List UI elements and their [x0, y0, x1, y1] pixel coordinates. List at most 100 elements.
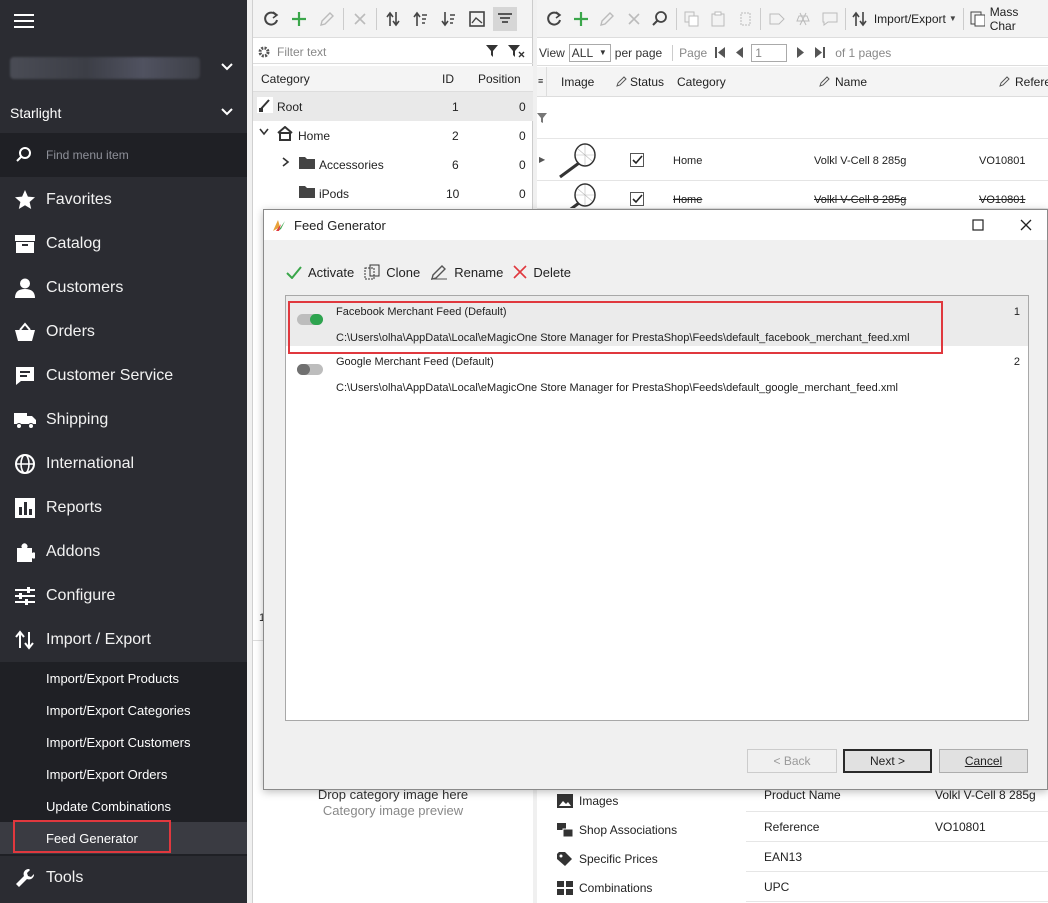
- store-selector[interactable]: [0, 48, 247, 88]
- sidebar: Starlight Find menu item Favorites Catal…: [0, 0, 247, 903]
- menu-catalog[interactable]: Catalog: [0, 222, 247, 266]
- menu-reports[interactable]: Reports: [0, 486, 247, 530]
- inactive-toggle[interactable]: [297, 364, 323, 375]
- submenu-import-export-orders[interactable]: Import/Export Orders: [0, 758, 247, 790]
- category-row[interactable]: Root 1 0: [253, 92, 533, 121]
- mass-change-button[interactable]: Mass Char: [968, 5, 1046, 33]
- globe-icon: [14, 453, 36, 475]
- dropdown-arrow-icon: ▼: [598, 48, 607, 57]
- import-export-button[interactable]: Import/Export ▼: [850, 7, 959, 31]
- category-row[interactable]: Home 2 0: [253, 121, 533, 150]
- duplicate-icon[interactable]: [734, 7, 757, 31]
- edit-icon[interactable]: [315, 7, 339, 31]
- store-url-blurred: [10, 57, 200, 79]
- maximize-icon[interactable]: [972, 219, 984, 231]
- header-image[interactable]: Image: [561, 75, 594, 89]
- menu-tools[interactable]: Tools: [0, 856, 247, 900]
- header-id[interactable]: ID: [442, 72, 454, 86]
- category-filter-input[interactable]: Filter text: [253, 40, 533, 64]
- menu-addons[interactable]: Addons: [0, 530, 247, 574]
- menu-shipping[interactable]: Shipping: [0, 398, 247, 442]
- hamburger-icon[interactable]: [14, 13, 34, 29]
- header-name[interactable]: Name: [835, 75, 867, 89]
- details-item-specific-prices[interactable]: Specific Prices: [557, 844, 658, 873]
- next-button[interactable]: Next >: [843, 749, 932, 773]
- delete-icon[interactable]: [348, 7, 372, 31]
- details-item-combinations[interactable]: Combinations: [557, 873, 652, 902]
- car-icon[interactable]: [792, 7, 815, 31]
- find-menu-item-input[interactable]: Find menu item: [0, 133, 247, 177]
- menu-favorites[interactable]: Favorites: [0, 178, 247, 222]
- property-row[interactable]: EAN13: [746, 842, 1048, 872]
- details-item-shop-associations[interactable]: Shop Associations: [557, 815, 677, 844]
- first-page-icon[interactable]: [715, 47, 726, 58]
- copy-icon[interactable]: [681, 7, 704, 31]
- menu-orders[interactable]: Orders: [0, 310, 247, 354]
- person-icon: [14, 277, 36, 299]
- product-filter-row[interactable]: [537, 97, 1048, 139]
- chevron-down-icon[interactable]: [259, 128, 269, 136]
- property-row[interactable]: Reference VO10801: [746, 812, 1048, 842]
- header-category[interactable]: Category: [261, 72, 310, 86]
- column-chooser-icon[interactable]: ≡: [537, 67, 547, 97]
- comment-icon[interactable]: [818, 7, 841, 31]
- category-position: 0: [519, 129, 526, 143]
- chevron-right-icon[interactable]: [282, 157, 290, 167]
- view-select[interactable]: ALL ▼: [568, 43, 611, 62]
- refresh-icon[interactable]: [259, 7, 283, 31]
- delete-button[interactable]: Delete: [513, 265, 571, 280]
- activate-button[interactable]: Activate: [286, 265, 354, 280]
- filter-rows-icon[interactable]: [493, 6, 517, 31]
- racket-image: [557, 143, 599, 179]
- sort-asc-icon[interactable]: [409, 7, 433, 31]
- back-button[interactable]: < Back: [747, 749, 837, 773]
- image-icon[interactable]: [465, 7, 489, 31]
- add-icon[interactable]: [570, 7, 593, 31]
- close-icon[interactable]: [1020, 219, 1032, 231]
- submenu-update-combinations[interactable]: Update Combinations: [0, 790, 247, 822]
- cancel-button[interactable]: Cancel: [939, 749, 1028, 773]
- product-row[interactable]: ▶ Home Volkl V-Cell 8 285g VO10801: [537, 141, 1048, 181]
- filter-icon[interactable]: [485, 44, 501, 58]
- header-reference[interactable]: Refere: [1015, 75, 1048, 89]
- paste-icon[interactable]: [707, 7, 730, 31]
- property-row[interactable]: UPC: [746, 872, 1048, 902]
- edit-icon[interactable]: [596, 7, 619, 31]
- view-label: View: [539, 45, 565, 60]
- status-checkbox[interactable]: [630, 192, 644, 206]
- tag-icon[interactable]: [765, 7, 788, 31]
- menu-customers[interactable]: Customers: [0, 266, 247, 310]
- header-status[interactable]: Status: [630, 75, 664, 89]
- submenu-import-export-customers[interactable]: Import/Export Customers: [0, 726, 247, 758]
- clone-button[interactable]: Clone: [364, 264, 420, 280]
- header-position[interactable]: Position: [478, 72, 521, 86]
- status-checkbox[interactable]: [630, 153, 644, 167]
- page-input[interactable]: 1: [751, 43, 788, 62]
- move-up-down-icon[interactable]: [381, 7, 405, 31]
- category-row[interactable]: Accessories 6 0: [253, 150, 533, 179]
- menu-international[interactable]: International: [0, 442, 247, 486]
- refresh-icon[interactable]: [543, 7, 566, 31]
- store-name-selector[interactable]: Starlight: [0, 93, 247, 133]
- category-row[interactable]: iPods 10 0: [253, 179, 533, 208]
- next-page-icon[interactable]: [797, 47, 805, 58]
- import-export-icon: [14, 629, 36, 651]
- menu-import-export[interactable]: Import / Export: [0, 618, 247, 662]
- last-page-icon[interactable]: [815, 47, 826, 58]
- submenu-import-export-products[interactable]: Import/Export Products: [0, 662, 247, 694]
- submenu-import-export-categories[interactable]: Import/Export Categories: [0, 694, 247, 726]
- dialog-title-bar: Feed Generator: [264, 210, 1047, 240]
- header-category[interactable]: Category: [677, 75, 726, 89]
- rename-button[interactable]: Rename: [430, 264, 503, 280]
- add-icon[interactable]: [287, 7, 311, 31]
- delete-icon[interactable]: [623, 7, 646, 31]
- menu-customer-service[interactable]: Customer Service: [0, 354, 247, 398]
- details-item-images[interactable]: Images: [557, 786, 618, 815]
- sort-desc-icon[interactable]: [437, 7, 461, 31]
- previous-page-icon[interactable]: [735, 47, 744, 58]
- clear-filter-icon[interactable]: [507, 44, 525, 58]
- product-row[interactable]: Home Volkl V-Cell 8 285g VO10801: [537, 181, 1048, 209]
- search-icon[interactable]: [649, 7, 672, 31]
- menu-configure[interactable]: Configure: [0, 574, 247, 618]
- product-category: Home: [673, 194, 703, 206]
